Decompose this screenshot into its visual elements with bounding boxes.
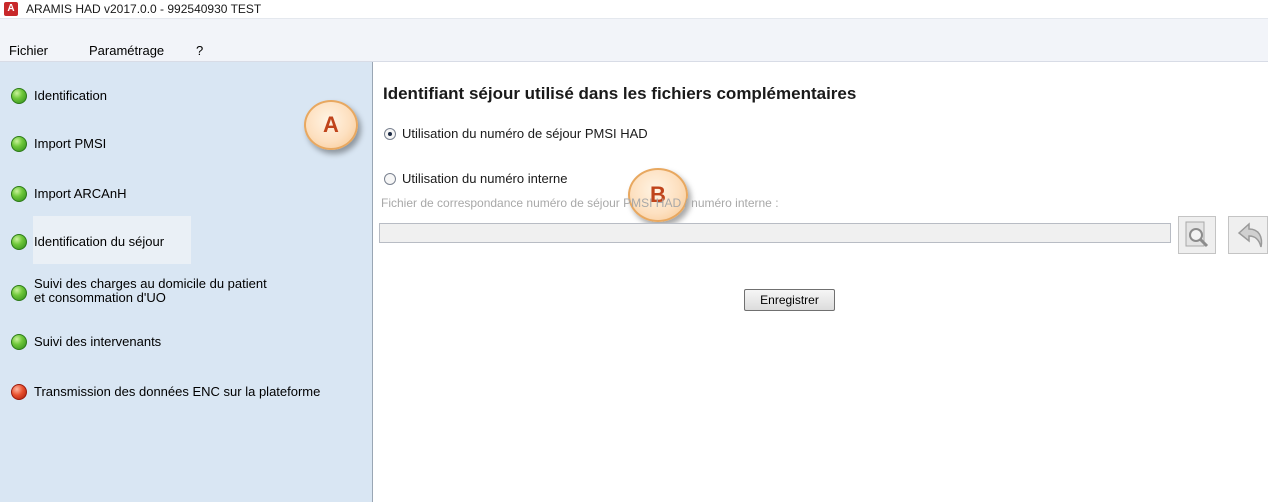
title-bar: ARAMIS HAD v2017.0.0 - 992540930 TEST [0,0,1268,19]
sidebar-item-suivi-charges[interactable]: Suivi des charges au domicile du patient… [0,276,372,310]
sidebar-item-identification-sejour[interactable]: Identification du séjour [11,216,191,264]
sidebar-item-label: Import PMSI [34,136,107,151]
reset-button[interactable] [1228,216,1268,254]
status-green-icon [11,285,27,301]
status-green-icon [11,234,27,250]
menu-help[interactable]: ? [196,43,203,58]
sidebar-item-label: Identification [34,88,107,103]
aramis-logo-icon [4,2,18,16]
callout-b: B [628,168,688,222]
sidebar-item-label: Import ARCAnH [34,186,127,201]
sidebar-item-label: Identification du séjour [34,234,165,249]
status-green-icon [11,186,27,202]
status-green-icon [11,334,27,350]
radio-pmsi[interactable] [384,128,396,140]
menu-parametrage[interactable]: Paramétrage [89,43,164,58]
magnifier-icon [1185,221,1209,248]
radio-internal[interactable] [384,173,396,185]
callout-a: A [304,100,358,150]
menu-bar [0,39,1268,62]
sidebar-item-suivi-intervenants[interactable]: Suivi des intervenants [0,332,372,352]
radio-pmsi-label[interactable]: Utilisation du numéro de séjour PMSI HAD [402,126,648,141]
page-title: Identifiant séjour utilisé dans les fich… [383,84,857,103]
file-path-input[interactable] [379,223,1171,243]
status-red-icon [11,384,27,400]
status-green-icon [11,136,27,152]
status-green-icon [11,88,27,104]
sidebar-item-label: et consommation d'UO [34,290,166,305]
file-field-label: Fichier de correspondance numéro de séjo… [381,196,779,210]
sidebar-item-label: Suivi des intervenants [34,334,162,349]
sidebar-item-import-arcanh[interactable]: Import ARCAnH [0,184,372,204]
sidebar-item-label: Transmission des données ENC sur la plat… [34,384,321,399]
undo-icon [1237,222,1263,248]
window-title: ARAMIS HAD v2017.0.0 - 992540930 TEST [26,2,262,16]
menubar-spacer [0,19,1268,39]
sidebar-item-label: Suivi des charges au domicile du patient [34,276,267,291]
browse-button[interactable] [1178,216,1216,254]
save-button[interactable]: Enregistrer [744,289,835,311]
sidebar-item-transmission-enc[interactable]: Transmission des données ENC sur la plat… [0,382,372,402]
menu-fichier[interactable]: Fichier [9,43,48,58]
radio-internal-label[interactable]: Utilisation du numéro interne [402,171,567,186]
